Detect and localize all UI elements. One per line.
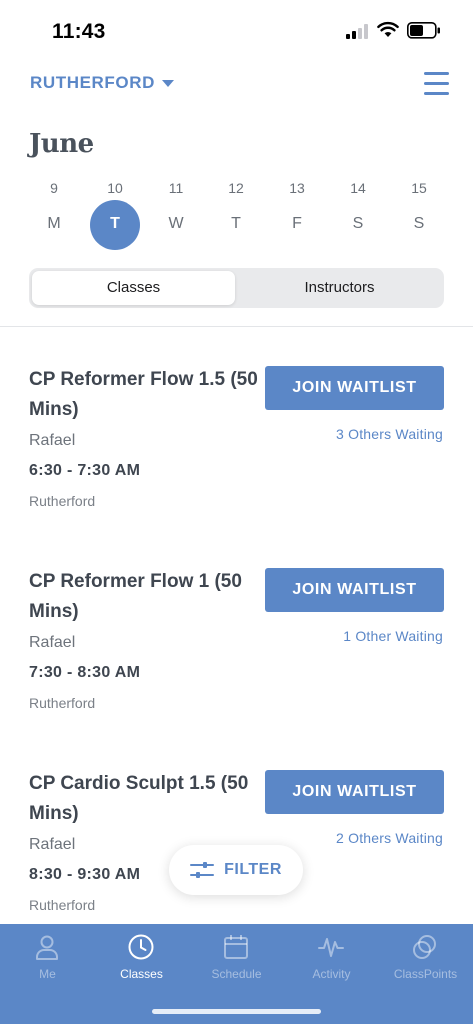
class-card[interactable]: CP Reformer Flow 1.5 (50 Mins) Rafael 6:…: [0, 327, 473, 529]
waiting-count-link[interactable]: 1 Other Waiting: [343, 628, 443, 644]
class-time: 6:30 - 7:30 AM: [29, 462, 141, 479]
class-time: 7:30 - 8:30 AM: [29, 664, 141, 681]
day-number: 14: [350, 180, 366, 196]
class-instructor: Rafael: [29, 634, 76, 651]
home-indicator: [152, 1009, 321, 1014]
day-letter: S: [352, 215, 364, 232]
caret-down-icon: [162, 79, 174, 87]
person-icon: [36, 935, 58, 960]
tab-classes-nav[interactable]: Classes: [94, 924, 189, 994]
day-sat[interactable]: 14 S: [328, 176, 388, 248]
class-location: Rutherford: [29, 493, 96, 509]
day-letter: S: [413, 215, 425, 232]
tab-activity[interactable]: Activity: [284, 924, 379, 994]
day-number: 13: [289, 180, 305, 196]
day-letter: T: [110, 215, 120, 232]
day-number: 10: [107, 180, 123, 196]
waiting-count-link[interactable]: 3 Others Waiting: [336, 426, 443, 442]
class-location: Rutherford: [29, 695, 96, 711]
view-segmented-control: Classes Instructors: [29, 268, 444, 308]
cellular-signal-icon: [346, 24, 370, 39]
filter-button[interactable]: FILTER: [169, 845, 303, 895]
classpoints-icon: [413, 935, 436, 959]
join-waitlist-button[interactable]: JOIN WAITLIST: [265, 366, 444, 410]
day-letter: T: [231, 215, 241, 232]
tab-label: Activity: [312, 967, 351, 981]
status-bar: 11:43: [0, 0, 473, 62]
wifi-icon: [377, 21, 399, 37]
join-waitlist-button[interactable]: JOIN WAITLIST: [265, 568, 444, 612]
class-title: CP Reformer Flow 1 (50 Mins): [29, 571, 242, 622]
status-time: 11:43: [52, 20, 106, 43]
class-location: Rutherford: [29, 897, 96, 913]
class-card[interactable]: CP Reformer Flow 1 (50 Mins) Rafael 7:30…: [0, 529, 473, 731]
day-letter: M: [47, 215, 61, 232]
tab-me[interactable]: Me: [0, 924, 95, 994]
tab-label: Me: [39, 967, 56, 981]
week-strip: 9 M 10 T 11 W 12 T 13 F 14 S 15 S: [24, 176, 449, 250]
sliders-icon: [190, 862, 215, 878]
class-title: CP Cardio Sculpt 1.5 (50 Mins): [29, 773, 249, 824]
class-time: 8:30 - 9:30 AM: [29, 866, 141, 883]
filter-label: FILTER: [224, 861, 282, 878]
tab-classpoints[interactable]: ClassPoints: [378, 924, 473, 994]
activity-icon: [318, 938, 344, 957]
tab-schedule[interactable]: Schedule: [189, 924, 284, 994]
battery-icon: [407, 22, 440, 39]
tab-instructors[interactable]: Instructors: [238, 271, 441, 305]
waiting-count-link[interactable]: 2 Others Waiting: [336, 830, 443, 846]
day-tue-selected[interactable]: 10 T: [85, 176, 145, 250]
month-title: June: [29, 129, 94, 159]
day-letter: W: [168, 215, 184, 232]
day-sun[interactable]: 15 S: [389, 176, 449, 248]
day-letter: F: [292, 215, 302, 232]
tab-label: Classes: [120, 967, 163, 981]
tab-label: ClassPoints: [393, 967, 458, 981]
bottom-tab-bar: Me Classes Schedule Activity ClassPoints: [0, 924, 473, 1024]
class-card[interactable]: CP Cardio Sculpt 1.5 (50 Mins) Rafael 8:…: [0, 731, 473, 933]
location-dropdown[interactable]: RUTHERFORD: [30, 73, 174, 93]
day-number: 12: [228, 180, 244, 196]
join-waitlist-button[interactable]: JOIN WAITLIST: [265, 770, 444, 814]
day-number: 9: [50, 180, 58, 196]
day-number: 11: [168, 180, 184, 196]
calendar-icon: [224, 935, 248, 959]
location-label: RUTHERFORD: [30, 73, 155, 92]
day-fri[interactable]: 13 F: [267, 176, 327, 248]
class-instructor: Rafael: [29, 836, 76, 853]
class-instructor: Rafael: [29, 432, 76, 449]
class-title: CP Reformer Flow 1.5 (50 Mins): [29, 369, 258, 420]
tab-label: Schedule: [211, 967, 262, 981]
clock-icon: [128, 934, 154, 960]
day-thu[interactable]: 12 T: [206, 176, 266, 248]
day-mon[interactable]: 9 M: [24, 176, 84, 248]
day-number: 15: [411, 180, 427, 196]
tab-classes[interactable]: Classes: [32, 271, 235, 305]
day-wed[interactable]: 11 W: [146, 176, 206, 248]
hamburger-menu-icon[interactable]: [424, 71, 450, 97]
